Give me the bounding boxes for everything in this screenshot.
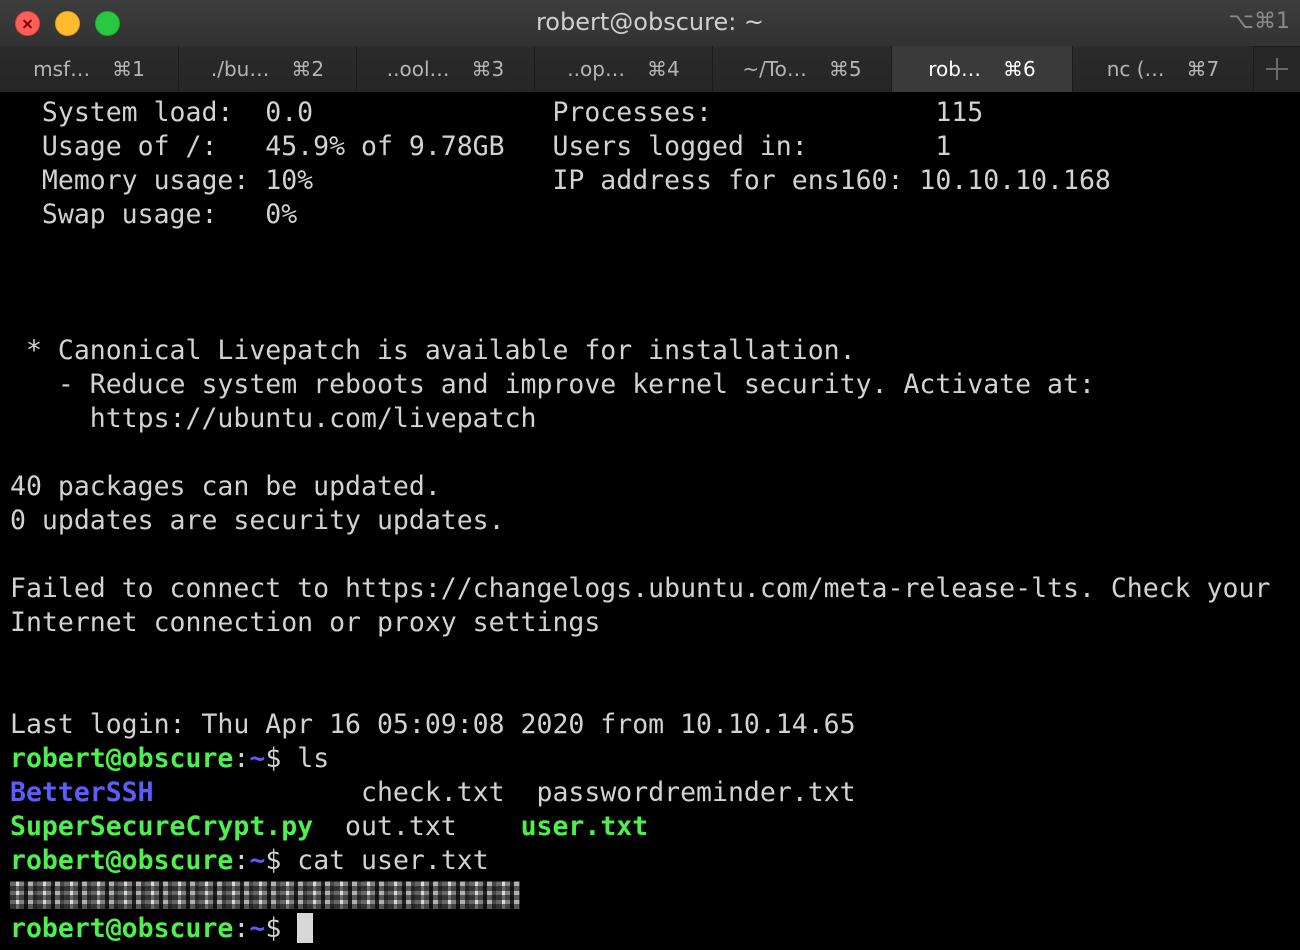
text-cursor bbox=[297, 913, 314, 943]
exec-file-entry: SuperSecureCrypt.py bbox=[10, 811, 314, 842]
prompt-user: robert@obscure bbox=[10, 743, 234, 774]
tab-4[interactable]: ..op… ⌘4 bbox=[535, 46, 713, 92]
terminal-line: - Reduce system reboots and improve kern… bbox=[10, 369, 1095, 400]
tab-label: ~/To… bbox=[742, 57, 807, 81]
prompt-dollar: $ bbox=[265, 743, 298, 774]
tab-3[interactable]: ..ool… ⌘3 bbox=[357, 46, 535, 92]
tab-2[interactable]: ./bu… ⌘2 bbox=[179, 46, 357, 92]
tab-shortcut: ⌘6 bbox=[1002, 57, 1036, 81]
ls-padding bbox=[154, 777, 361, 808]
prompt-user: robert@obscure bbox=[10, 845, 234, 876]
window-shortcut: ⌥⌘1 bbox=[1228, 9, 1290, 34]
prompt-separator: : bbox=[233, 913, 250, 944]
prompt-separator: : bbox=[233, 743, 250, 774]
terminal-line: https://ubuntu.com/livepatch bbox=[10, 403, 537, 434]
terminal-output[interactable]: System load: 0.0 Processes: 115 Usage of… bbox=[10, 92, 1300, 950]
prompt-user: robert@obscure bbox=[10, 913, 234, 944]
terminal-line: Failed to connect to https://changelogs.… bbox=[10, 573, 1271, 604]
exec-file-entry: user.txt bbox=[520, 811, 649, 842]
file-entries: out.txt bbox=[313, 811, 521, 842]
prompt-line: robert@obscure:~$ cat user.txt bbox=[10, 844, 1300, 878]
terminal-line: Swap usage: 0% bbox=[10, 199, 298, 230]
terminal-line: Internet connection or proxy settings bbox=[10, 607, 601, 638]
tab-label: ..op… bbox=[567, 57, 625, 81]
tab-shortcut: ⌘3 bbox=[471, 57, 505, 81]
tab-label: nc (… bbox=[1106, 57, 1165, 81]
tab-shortcut: ⌘7 bbox=[1186, 57, 1220, 81]
tab-label: ./bu… bbox=[210, 57, 270, 81]
terminal-line: 0 updates are security updates. bbox=[10, 505, 505, 536]
window-title: robert@obscure: ~ bbox=[535, 8, 765, 36]
terminal-line: System load: 0.0 Processes: 115 bbox=[10, 97, 984, 128]
prompt-dollar: $ bbox=[265, 845, 298, 876]
prompt-line: robert@obscure:~$ ls bbox=[10, 742, 1300, 776]
redacted-flag bbox=[10, 881, 520, 909]
tab-5[interactable]: ~/To… ⌘5 bbox=[713, 46, 892, 92]
tab-1[interactable]: msf… ⌘1 bbox=[0, 46, 179, 92]
file-entries: check.txt passwordreminder.txt bbox=[361, 777, 856, 808]
ls-row: SuperSecureCrypt.py out.txt user.txt bbox=[10, 810, 1300, 844]
last-login-line: Last login: Thu Apr 16 05:09:08 2020 fro… bbox=[10, 709, 856, 740]
new-tab-button[interactable] bbox=[1254, 46, 1300, 92]
tab-shortcut: ⌘2 bbox=[291, 57, 325, 81]
prompt-dollar: $ bbox=[265, 913, 298, 944]
tab-bar: msf… ⌘1 ./bu… ⌘2 ..ool… ⌘3 ..op… ⌘4 ~/To… bbox=[0, 46, 1300, 92]
terminal-line: 40 packages can be updated. bbox=[10, 471, 441, 502]
prompt-path: ~ bbox=[249, 913, 266, 944]
tab-shortcut: ⌘5 bbox=[828, 57, 862, 81]
tab-label: ..ool… bbox=[386, 57, 450, 81]
command-text: cat user.txt bbox=[297, 845, 489, 876]
terminal-line: * Canonical Livepatch is available for i… bbox=[10, 335, 856, 366]
prompt-path: ~ bbox=[249, 743, 266, 774]
tab-7[interactable]: nc (… ⌘7 bbox=[1073, 46, 1254, 92]
dir-entry: BetterSSH bbox=[10, 777, 154, 808]
tab-6-active[interactable]: rob… ⌘6 bbox=[892, 46, 1073, 92]
terminal-line: Memory usage: 10% IP address for ens160:… bbox=[10, 165, 1111, 196]
ls-row: BetterSSH check.txt passwordreminder.txt bbox=[10, 776, 1300, 810]
terminal-window: robert@obscure: ~ ⌥⌘1 msf… ⌘1 ./bu… ⌘2 .… bbox=[0, 0, 1300, 950]
redacted-output-line bbox=[10, 878, 1300, 912]
prompt-separator: : bbox=[233, 845, 250, 876]
tab-shortcut: ⌘1 bbox=[112, 57, 145, 81]
tab-shortcut: ⌘4 bbox=[646, 57, 680, 81]
title-bar[interactable]: robert@obscure: ~ ⌥⌘1 bbox=[0, 0, 1300, 46]
terminal-line: Usage of /: 45.9% of 9.78GB Users logged… bbox=[10, 131, 952, 162]
prompt-path: ~ bbox=[249, 845, 266, 876]
plus-icon bbox=[1266, 58, 1288, 80]
tab-label: msf… bbox=[33, 57, 91, 81]
command-text: ls bbox=[297, 743, 330, 774]
prompt-line[interactable]: robert@obscure:~$ bbox=[10, 912, 1300, 946]
tab-label: rob… bbox=[928, 57, 981, 81]
